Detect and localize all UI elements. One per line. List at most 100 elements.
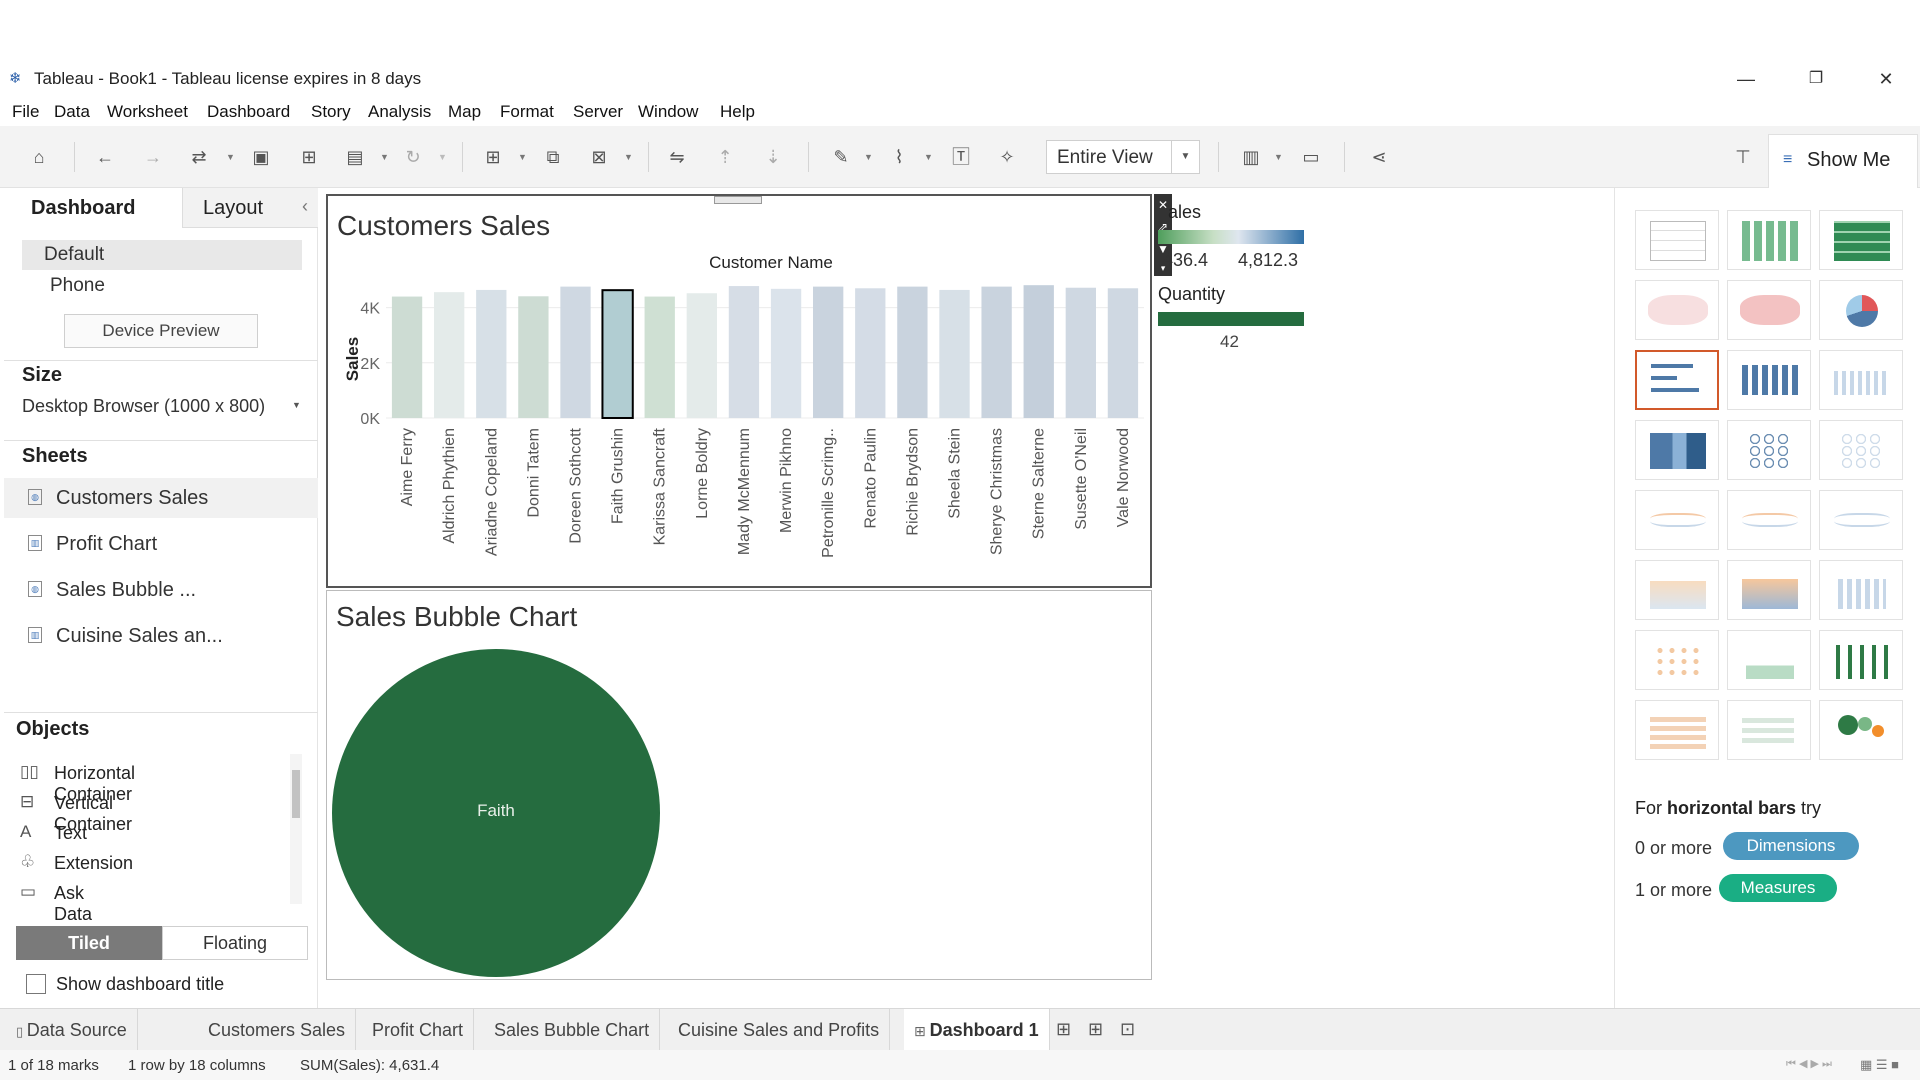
device-phone[interactable]: Phone: [50, 275, 105, 297]
tab-customers-sales[interactable]: Customers Sales: [198, 1009, 357, 1051]
sheet-item-customers-sales[interactable]: ◍ Customers Sales: [4, 478, 318, 518]
share-icon[interactable]: ⋖: [1366, 144, 1392, 170]
floating-button[interactable]: Floating: [162, 926, 308, 960]
sales-bubble-sheet[interactable]: Sales Bubble Chart Faith: [326, 590, 1152, 980]
undo-icon[interactable]: ←: [92, 144, 118, 170]
chart-type-gantt[interactable]: [1635, 700, 1719, 760]
tab-dashboard[interactable]: Dashboard: [4, 188, 182, 228]
menu-help[interactable]: Help: [720, 102, 755, 122]
sheet-item-sales-bubble[interactable]: ◍ Sales Bubble ...: [4, 570, 318, 610]
chart-type-packed-bubbles[interactable]: [1819, 700, 1903, 760]
new-worksheet-icon[interactable]: ⊞: [1056, 1019, 1071, 1040]
chart-type-symbol-map[interactable]: [1635, 280, 1719, 340]
chart-type-bullet[interactable]: [1727, 700, 1811, 760]
chevron-down-icon[interactable]: ▼: [924, 144, 934, 170]
scrollbar-thumb[interactable]: [292, 770, 300, 818]
duplicate-icon[interactable]: ⧉: [540, 144, 566, 170]
chart-type-pie[interactable]: [1819, 280, 1903, 340]
sort-ascending-icon[interactable]: ⇡: [712, 144, 738, 170]
chart-type-text-table[interactable]: [1635, 210, 1719, 270]
chevron-down-icon[interactable]: ▼: [864, 144, 874, 170]
chart-type-area-discrete[interactable]: [1727, 560, 1811, 620]
device-preview-button[interactable]: Device Preview: [64, 314, 258, 348]
menu-file[interactable]: File: [12, 102, 39, 122]
fit-dropdown[interactable]: Entire View ▼: [1046, 140, 1200, 174]
pin-icon[interactable]: ✧: [994, 144, 1020, 170]
objects-scrollbar[interactable]: [290, 754, 302, 904]
chevron-down-icon[interactable]: ▼: [292, 400, 301, 410]
pause-updates-icon[interactable]: ▤: [342, 144, 368, 170]
size-dropdown[interactable]: Desktop Browser (1000 x 800) ▼: [22, 392, 306, 422]
chart-type-box-whisker[interactable]: [1819, 630, 1903, 690]
chart-type-side-by-side-bars[interactable]: [1819, 350, 1903, 410]
tab-layout[interactable]: Layout: [182, 188, 318, 228]
show-cards-icon[interactable]: ▥: [1238, 144, 1264, 170]
close-window-button[interactable]: ✕: [1866, 66, 1906, 92]
menu-format[interactable]: Format: [500, 102, 554, 122]
bubble-mark[interactable]: Faith: [332, 649, 660, 977]
chevron-down-icon[interactable]: ▼: [226, 144, 236, 170]
menu-map[interactable]: Map: [448, 102, 481, 122]
chart-type-treemap[interactable]: [1635, 420, 1719, 480]
labels-icon[interactable]: 🅃: [948, 144, 974, 170]
view-mode-icon[interactable]: ▦ ☰ ■: [1860, 1057, 1899, 1073]
chart-type-scatter[interactable]: [1635, 630, 1719, 690]
sheet-item-cuisine-sales[interactable]: ▥ Cuisine Sales an...: [4, 616, 318, 656]
chart-type-highlight-table[interactable]: [1819, 210, 1903, 270]
chevron-down-icon[interactable]: ▼: [624, 144, 634, 170]
sheet-item-profit-chart[interactable]: ▥ Profit Chart: [4, 524, 318, 564]
highlight-icon[interactable]: ✎: [828, 144, 854, 170]
collapse-panel-icon[interactable]: ‹: [302, 196, 308, 217]
new-worksheet-icon[interactable]: ⊞: [480, 144, 506, 170]
chart-type-lines-continuous[interactable]: [1635, 490, 1719, 550]
chart-type-horizontal-bars[interactable]: [1635, 350, 1719, 410]
group-icon[interactable]: ⌇: [886, 144, 912, 170]
chevron-down-icon[interactable]: ▼: [1171, 141, 1199, 173]
tiled-button[interactable]: Tiled: [16, 926, 162, 960]
chart-type-circle-views[interactable]: [1727, 420, 1811, 480]
menu-story[interactable]: Story: [311, 102, 351, 122]
chart-type-stacked-bars[interactable]: [1727, 350, 1811, 410]
menu-data[interactable]: Data: [54, 102, 90, 122]
show-me-tab[interactable]: ≡ Show Me: [1768, 134, 1918, 188]
show-title-checkbox[interactable]: [26, 974, 46, 994]
tab-sales-bubble-chart[interactable]: Sales Bubble Chart: [484, 1009, 661, 1051]
menu-dashboard[interactable]: Dashboard: [207, 102, 290, 122]
chevron-down-icon[interactable]: ▼: [438, 144, 448, 170]
device-default[interactable]: Default: [22, 240, 302, 270]
format-paint-icon[interactable]: ⊤: [1730, 144, 1756, 170]
clear-sheet-icon[interactable]: ⊠: [586, 144, 612, 170]
menu-worksheet[interactable]: Worksheet: [107, 102, 188, 122]
swap-icon[interactable]: ⇄: [186, 144, 212, 170]
chart-type-side-by-side-circles[interactable]: [1819, 420, 1903, 480]
chevron-down-icon[interactable]: ▼: [518, 144, 528, 170]
save-icon[interactable]: ▣: [248, 144, 274, 170]
customers-sales-sheet[interactable]: Customers Sales Customer Name Sales 0K 2K 4K…: [326, 194, 1152, 588]
tab-profit-chart[interactable]: Profit Chart: [362, 1009, 475, 1051]
chart-type-dual-combination[interactable]: [1819, 560, 1903, 620]
chart-type-lines-discrete[interactable]: [1727, 490, 1811, 550]
home-icon[interactable]: ⌂: [26, 144, 52, 170]
chart-type-histogram[interactable]: [1727, 630, 1811, 690]
presentation-mode-icon[interactable]: ▭: [1298, 144, 1324, 170]
new-data-source-icon[interactable]: ⊞: [296, 144, 322, 170]
menu-server[interactable]: Server: [573, 102, 623, 122]
chevron-down-icon[interactable]: ▼: [380, 144, 390, 170]
tab-dashboard-1[interactable]: ⊞ Dashboard 1: [904, 1009, 1050, 1051]
chart-type-filled-map[interactable]: [1727, 280, 1811, 340]
new-story-icon[interactable]: ⊡: [1120, 1019, 1135, 1040]
sort-descending-icon[interactable]: ⇣: [760, 144, 786, 170]
chart-type-heat-map[interactable]: [1727, 210, 1811, 270]
chart-type-dual-lines[interactable]: [1819, 490, 1903, 550]
menu-analysis[interactable]: Analysis: [368, 102, 431, 122]
menu-window[interactable]: Window: [638, 102, 698, 122]
minimize-button[interactable]: —: [1726, 66, 1766, 92]
swap-rows-columns-icon[interactable]: ⇋: [664, 144, 690, 170]
new-dashboard-icon[interactable]: ⊞: [1088, 1019, 1103, 1040]
refresh-icon[interactable]: ↻: [400, 144, 426, 170]
sheet-navigation-icon[interactable]: ⏮ ◀ ▶ ⏭: [1786, 1057, 1832, 1071]
chart-type-area-continuous[interactable]: [1635, 560, 1719, 620]
tab-data-source[interactable]: ▯ Data Source: [6, 1009, 138, 1051]
tab-cuisine-sales-profits[interactable]: Cuisine Sales and Profits: [668, 1009, 891, 1051]
redo-icon[interactable]: →: [140, 144, 166, 170]
